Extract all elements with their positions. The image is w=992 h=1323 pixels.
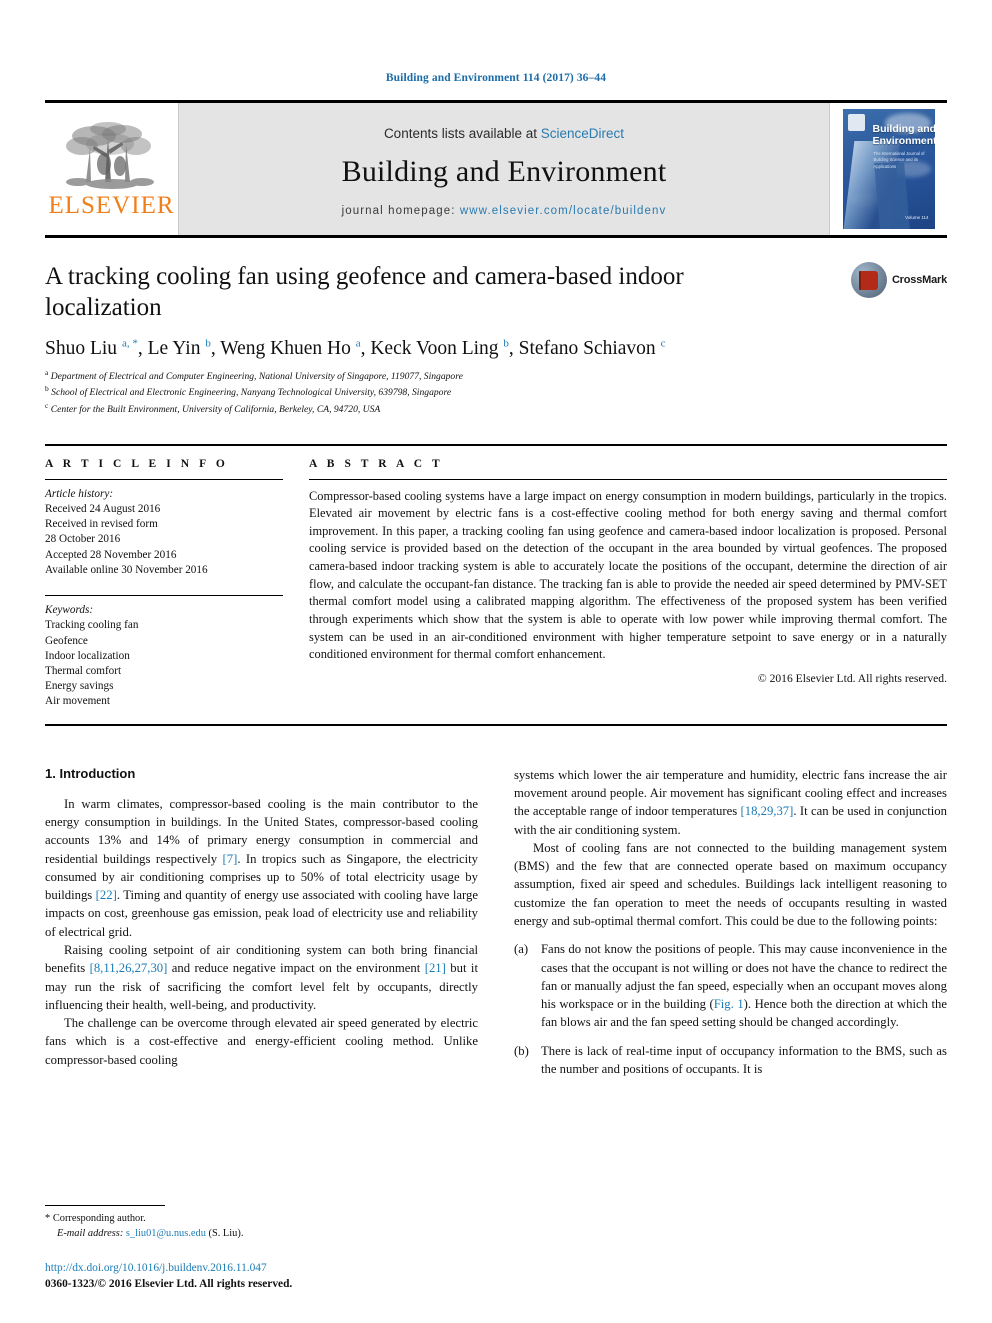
keyword-lines: Tracking cooling fan Geofence Indoor local…: [45, 618, 283, 709]
email-label: E-mail address:: [57, 1227, 124, 1239]
keywords-rule: [45, 595, 283, 597]
journal-homepage-link[interactable]: www.elsevier.com/locate/buildenv: [460, 205, 667, 217]
body-columns: 1. Introduction In warm climates, compre…: [45, 766, 947, 1079]
journal-cover-thumbnail: Building and Environment The Internation…: [829, 103, 947, 235]
citation-link[interactable]: [21]: [425, 961, 446, 975]
affiliation-list: a Department of Electrical and Computer …: [45, 368, 947, 416]
contents-lists-line: Contents lists available at ScienceDirec…: [384, 126, 624, 141]
cover-elsevier-mark: [847, 114, 865, 131]
article-history-item: Received 24 August 2016: [45, 502, 161, 515]
article-history-label: Article history:: [45, 487, 114, 500]
crossmark-icon: [850, 262, 887, 298]
article-history-item: Received in revised form: [45, 518, 158, 531]
article-history-lines: Received 24 August 2016 Received in revis…: [45, 502, 283, 578]
keyword-item: Tracking cooling fan: [45, 619, 139, 632]
list-item-marker: (b): [514, 1043, 529, 1058]
list-item-marker: (a): [514, 942, 529, 957]
body-paragraph: The challenge can be overcome through el…: [45, 1016, 478, 1067]
keyword-item: Energy savings: [45, 680, 114, 693]
footnote-rule: [45, 1204, 165, 1206]
citation-link[interactable]: [8,11,26,27,30]: [90, 961, 168, 975]
body-paragraph: In warm climates, compressor-based cooli…: [45, 796, 478, 939]
corresponding-text: Corresponding author.: [52, 1212, 146, 1224]
journal-homepage-line: journal homepage: www.elsevier.com/locat…: [342, 205, 667, 217]
doi-link[interactable]: http://dx.doi.org/10.1016/j.buildenv.201…: [45, 1261, 478, 1277]
left-column-paragraphs: In warm climates, compressor-based cooli…: [45, 795, 478, 1069]
article-info-heading: A R T I C L E I N F O: [45, 457, 229, 470]
right-column-paragraphs: systems which lower the air temperature …: [514, 766, 947, 931]
citation-link[interactable]: [22]: [96, 888, 117, 902]
crossmark-label: CrossMark: [891, 274, 947, 286]
affiliation-item: c Center for the Built Environment, Univ…: [45, 400, 381, 415]
author-list: Shuo Liu a, *, Le Yin b, Weng Khuen Ho a…: [45, 337, 666, 360]
article-info-rule: [45, 478, 283, 480]
corresponding-author-note: * Corresponding author. E-mail address: …: [45, 1211, 478, 1241]
cover-corner-text: Volume 114: [905, 215, 929, 220]
keyword-item: Thermal comfort: [45, 665, 122, 677]
list-item: (b) There is lack of real-time input of o…: [514, 1042, 947, 1079]
journal-masthead: ELSEVIER Contents lists available at Sci…: [45, 100, 947, 238]
list-item-text: There is lack of real-time input of occu…: [541, 1043, 947, 1076]
affiliation-item: a Department of Electrical and Computer …: [45, 368, 463, 383]
body-paragraph: Raising cooling setpoint of air conditio…: [45, 942, 478, 1012]
sciencedirect-link[interactable]: ScienceDirect: [541, 126, 624, 141]
email-link[interactable]: s_liu01@u.nus.edu: [126, 1228, 206, 1239]
corresponding-author-line: * Corresponding author.: [45, 1211, 478, 1226]
page-title: A tracking cooling fan using geofence an…: [45, 263, 684, 321]
article-history-item: Accepted 28 November 2016: [45, 548, 177, 561]
keyword-item: Air movement: [45, 695, 110, 708]
info-abstract-block: A R T I C L E I N F O Article history: R…: [45, 443, 947, 726]
citation-link[interactable]: Fig. 1: [714, 997, 744, 1011]
email-suffix: (S. Liu).: [208, 1227, 244, 1239]
homepage-prefix: journal homepage:: [341, 204, 460, 217]
cover-image: Building and Environment The Internation…: [842, 109, 935, 229]
elsevier-logo: ELSEVIER: [45, 103, 179, 235]
affiliation-item: b School of Electrical and Electronic En…: [45, 384, 452, 399]
cover-title-line1: Building and: [872, 123, 935, 135]
abstract-column: A B S T R A C T Compressor-based cooling…: [309, 458, 947, 710]
article-history: Article history: Received 24 August 2016…: [45, 487, 283, 578]
cover-subtitle: The International Journal of Building Sc…: [873, 151, 925, 169]
abstract-rule: [309, 478, 947, 480]
right-column-list: (a) Fans do not know the positions of peo…: [514, 940, 947, 1078]
article-history-item: 28 October 2016: [45, 533, 121, 546]
body-paragraph: Most of cooling fans are not connected t…: [514, 840, 947, 928]
journal-title: Building and Environment: [341, 154, 667, 188]
elsevier-wordmark: ELSEVIER: [48, 192, 175, 219]
cover-title: Building and Environment: [873, 123, 935, 147]
body-column-left: 1. Introduction In warm climates, compre…: [45, 766, 478, 1079]
keyword-item: Geofence: [45, 634, 88, 647]
abstract-heading: A B S T R A C T: [309, 457, 444, 470]
list-item: (a) Fans do not know the positions of peo…: [514, 940, 947, 1031]
keywords-block: Keywords: Tracking cooling fan Geofence In…: [45, 603, 283, 710]
body-column-right: systems which lower the air temperature …: [514, 766, 947, 1079]
paper-page: Building and Environment 114 (2017) 36–4…: [0, 0, 992, 1323]
citation-link[interactable]: [7]: [223, 852, 238, 866]
citation-link[interactable]: [18,29,37]: [741, 804, 794, 818]
keyword-item: Indoor localization: [45, 649, 130, 662]
elsevier-tree-icon: [65, 122, 154, 189]
body-paragraph: systems which lower the air temperature …: [514, 767, 947, 837]
crossmark-badge-group[interactable]: CrossMark: [850, 262, 947, 298]
abstract-copyright: © 2016 Elsevier Ltd. All rights reserved…: [757, 671, 947, 685]
list-item-text: Fans do not know the positions of people…: [541, 942, 947, 1030]
journal-band: Contents lists available at ScienceDirec…: [179, 103, 829, 235]
doi-block: http://dx.doi.org/10.1016/j.buildenv.201…: [45, 1261, 478, 1293]
abstract-text: Compressor-based cooling systems have a …: [309, 488, 947, 662]
article-history-item: Available online 30 November 2016: [45, 563, 208, 576]
contents-prefix: Contents lists available at: [383, 125, 541, 141]
section-heading-introduction: 1. Introduction: [45, 765, 136, 781]
article-info-column: A R T I C L E I N F O Article history: R…: [45, 458, 283, 710]
cover-title-line2: Environment: [872, 135, 935, 148]
issn-copyright-line: 0360-1323/© 2016 Elsevier Ltd. All right…: [45, 1278, 293, 1291]
page-footer: * Corresponding author. E-mail address: …: [45, 1204, 478, 1293]
keywords-label: Keywords:: [45, 604, 94, 617]
corresponding-marker: *: [45, 1212, 51, 1224]
email-line: E-mail address: s_liu01@u.nus.edu (S. Li…: [45, 1226, 478, 1241]
running-head: Building and Environment 114 (2017) 36–4…: [385, 72, 607, 84]
title-area: A tracking cooling fan using geofence an…: [45, 262, 947, 323]
